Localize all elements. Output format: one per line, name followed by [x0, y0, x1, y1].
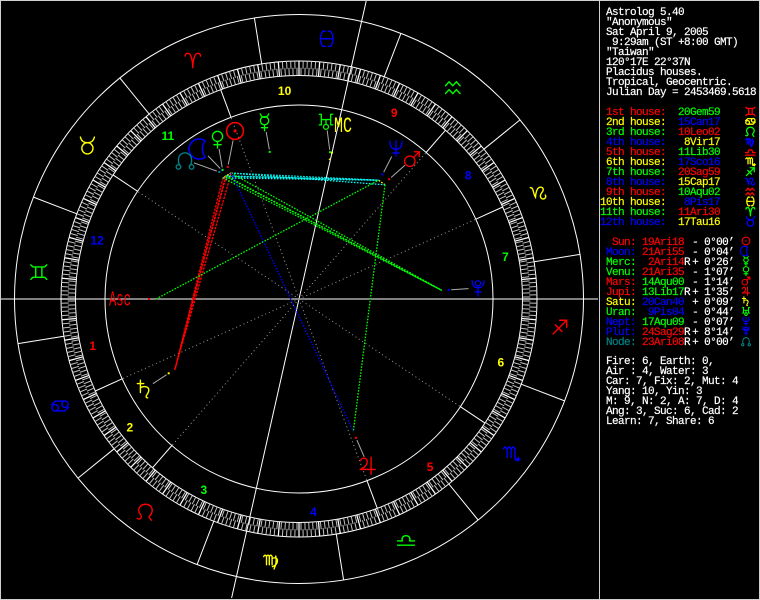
svg-text:+ 0°00’: + 0°00’ [692, 337, 734, 349]
svg-text:1: 1 [89, 339, 96, 353]
svg-text:12th house:: 12th house: [600, 217, 666, 229]
svg-text:11: 11 [162, 129, 175, 143]
svg-text:17Tau16: 17Tau16 [678, 217, 720, 229]
svg-text:23Ari08: 23Ari08 [642, 337, 684, 349]
svg-text:10: 10 [278, 84, 292, 98]
svg-text:2: 2 [126, 421, 133, 435]
svg-text:Asc: Asc [109, 290, 131, 313]
svg-text:8: 8 [465, 169, 472, 183]
svg-text:5: 5 [427, 460, 434, 474]
svg-text:3: 3 [200, 483, 207, 497]
svg-text:Learn: 7, Share: 6: Learn: 7, Share: 6 [606, 416, 714, 428]
svg-text:R: R [684, 337, 691, 349]
svg-text:Julian Day = 2453469.5618: Julian Day = 2453469.5618 [606, 87, 756, 99]
svg-text:7: 7 [502, 250, 509, 264]
svg-text:4: 4 [310, 505, 317, 519]
svg-text:MC: MC [334, 113, 352, 139]
svg-text:Node:: Node: [606, 337, 636, 349]
svg-text:6: 6 [498, 356, 505, 370]
svg-text:9: 9 [391, 106, 398, 120]
svg-text:R: R [684, 257, 691, 269]
svg-text:R: R [684, 287, 691, 299]
svg-text:12: 12 [90, 233, 104, 247]
